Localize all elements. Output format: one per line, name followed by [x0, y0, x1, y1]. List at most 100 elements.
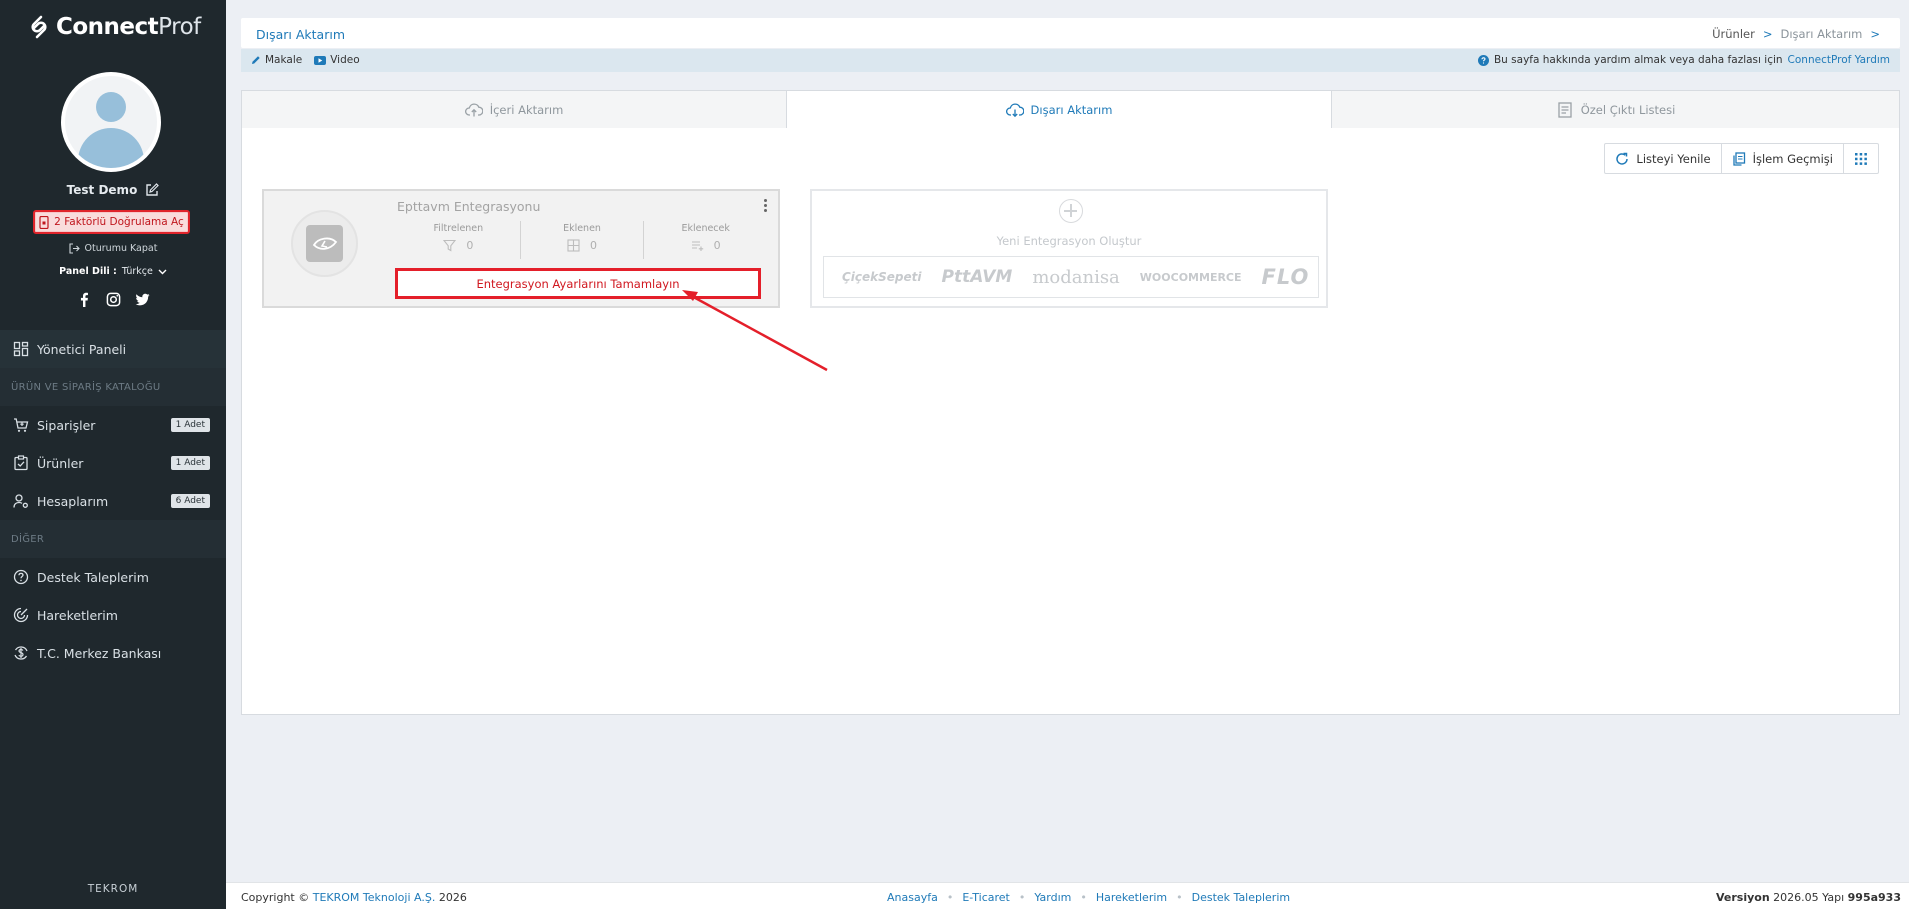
tab-custom-output[interactable]: Özel Çıktı Listesi: [1331, 90, 1900, 129]
history-button[interactable]: İşlem Geçmişi: [1722, 144, 1844, 173]
modanisa-logo: modanisa: [1032, 266, 1120, 288]
user-row: Test Demo: [0, 183, 226, 197]
footer-link-movements[interactable]: Hareketlerim: [1096, 891, 1167, 904]
sidebar-footer-logo: TEKROM: [87, 883, 139, 895]
flo-logo: FLO: [1261, 265, 1310, 289]
video-link[interactable]: Video: [314, 54, 360, 66]
breadcrumb: Ürünler > Dışarı Aktarım >: [1712, 27, 1880, 41]
more-vertical-icon[interactable]: [764, 199, 768, 212]
user-settings-icon: [13, 494, 28, 508]
history-label: İşlem Geçmişi: [1752, 151, 1833, 166]
grid-icon: [1855, 152, 1867, 165]
pttavm-logo: PttAVM: [941, 267, 1013, 287]
integration-card[interactable]: Epttavm Entegrasyonu Filtrelenen 0 Eklen…: [262, 189, 780, 308]
footer-links: Anasayfa • E-Ticaret • Yardım • Hareketleri…: [887, 891, 1291, 904]
company-link[interactable]: TEKROM Teknoloji A.Ş.: [313, 891, 436, 904]
breadcrumb-separator: >: [1762, 27, 1773, 41]
breadcrumb-products[interactable]: Ürünler: [1712, 27, 1755, 41]
count-badge: 6 Adet: [170, 494, 210, 508]
refresh-list-button[interactable]: Listeyi Yenile: [1605, 144, 1722, 173]
sidebar-item-label: Siparişler: [37, 417, 96, 433]
boxes-icon: [567, 239, 580, 252]
new-integration-card[interactable]: Yeni Entegrasyon Oluştur ÇiçekSepeti Ptt…: [810, 189, 1328, 308]
epttavm-logo-icon: [312, 237, 337, 250]
logout-icon: [68, 243, 80, 254]
export-panel: Listeyi Yenile İşlem Geçmişi Epttavm Ent…: [241, 128, 1900, 715]
sidebar-item-central-bank[interactable]: T.C. Merkez Bankası: [0, 634, 226, 672]
integration-stats: Filtrelenen 0 Eklenen 0 Eklenecek 0: [397, 221, 767, 259]
integration-title: Epttavm Entegrasyonu: [397, 199, 541, 214]
help-link[interactable]: ConnectProf Yardım: [1788, 54, 1890, 66]
twitter-icon[interactable]: [134, 292, 150, 307]
grid-view-button[interactable]: [1844, 144, 1878, 173]
activity-icon: [13, 607, 29, 623]
breadcrumb-current: Dışarı Aktarım: [1780, 27, 1863, 41]
article-link[interactable]: Makale: [251, 54, 302, 66]
instagram-icon[interactable]: [106, 292, 121, 307]
sidebar-item-label: Ürünler: [37, 455, 84, 471]
tab-bar: İçeri Aktarım Dışarı Aktarım Özel Çıktı …: [241, 90, 1900, 129]
stat-label: Eklenen: [563, 223, 601, 234]
count-badge: 1 Adet: [170, 418, 210, 432]
sidebar-item-orders[interactable]: Siparişler 1 Adet: [0, 406, 226, 444]
clipboard-check-icon: [14, 455, 28, 471]
language-label: Panel Dili :: [59, 266, 117, 277]
page-title: Dışarı Aktarım: [256, 27, 345, 42]
complete-settings-button[interactable]: Entegrasyon Ayarlarını Tamamlayın: [395, 268, 761, 299]
stat-value: 0: [713, 239, 721, 252]
sidebar-item-dashboard[interactable]: Yönetici Paneli: [0, 330, 226, 368]
logout-link[interactable]: Oturumu Kapat: [0, 243, 226, 254]
social-links: [0, 292, 226, 307]
chevron-down-icon: [158, 269, 167, 274]
language-value: Türkçe: [121, 266, 153, 277]
stat-pending: Eklenecek 0: [644, 221, 767, 259]
edit-icon[interactable]: [145, 183, 160, 197]
question-icon: [1477, 54, 1489, 66]
integration-logo: [291, 210, 358, 277]
footer-link-support[interactable]: Destek Taleplerim: [1192, 891, 1290, 904]
breadcrumb-separator: >: [1870, 27, 1880, 41]
page-header: Dışarı Aktarım Ürünler > Dışarı Aktarım …: [241, 18, 1900, 48]
list-add-icon: [691, 241, 703, 251]
dashboard-icon: [13, 341, 29, 357]
plus-circle-icon: [1059, 199, 1083, 223]
sidebar-item-label: Hesaplarım: [37, 493, 109, 509]
copyright: Copyright © TEKROM Teknoloji A.Ş. 2026: [241, 891, 467, 904]
sidebar-item-products[interactable]: Ürünler 1 Adet: [0, 444, 226, 482]
stat-label: Eklenecek: [681, 223, 730, 234]
phone-lock-icon: [39, 215, 49, 229]
footer-link-help[interactable]: Yardım: [1034, 891, 1071, 904]
sidebar-item-support[interactable]: Destek Taleplerim: [0, 558, 226, 596]
count-badge: 1 Adet: [170, 456, 210, 470]
footer-link-ecommerce[interactable]: E-Ticaret: [962, 891, 1010, 904]
enable-2fa-button[interactable]: 2 Faktörlü Doğrulama Aç: [33, 210, 190, 234]
user-name: Test Demo: [66, 183, 138, 197]
sidebar-item-label: Yönetici Paneli: [37, 341, 127, 357]
logo[interactable]: ConnectProf: [28, 14, 201, 40]
sidebar-section-catalog: ÜRÜN VE SİPARİŞ KATALOĞU: [0, 368, 226, 406]
sidebar-section-other: DİĞER: [0, 520, 226, 558]
footer-link-home[interactable]: Anasayfa: [887, 891, 938, 904]
currency-exchange-icon: [14, 646, 28, 660]
language-selector[interactable]: Panel Dili : Türkçe: [0, 266, 226, 277]
sidebar-item-movements[interactable]: Hareketlerim: [0, 596, 226, 634]
tab-label: Dışarı Aktarım: [1030, 102, 1113, 117]
tab-label: İçeri Aktarım: [489, 102, 564, 117]
tab-export[interactable]: Dışarı Aktarım: [786, 90, 1332, 129]
logo-text: ConnectProf: [56, 14, 201, 40]
stat-value: 0: [466, 239, 474, 252]
facebook-icon[interactable]: [77, 292, 92, 307]
stat-value: 0: [590, 239, 597, 252]
new-integration-title: Yeni Entegrasyon Oluştur: [996, 234, 1142, 248]
filter-icon: [443, 239, 457, 252]
sidebar-item-label: T.C. Merkez Bankası: [37, 645, 162, 661]
stat-label: Filtrelenen: [433, 223, 484, 234]
sidebar-item-accounts[interactable]: Hesaplarım 6 Adet: [0, 482, 226, 520]
list-document-icon: [1558, 101, 1572, 118]
help-bar: Makale Video Bu sayfa hakkında yardım al…: [241, 49, 1900, 72]
tab-import[interactable]: İçeri Aktarım: [241, 90, 787, 129]
logout-label: Oturumu Kapat: [84, 243, 158, 254]
avatar[interactable]: [61, 72, 161, 172]
refresh-icon: [1616, 152, 1629, 165]
version-info: Versiyon 2026.05 Yapı 995a933: [1715, 891, 1901, 904]
